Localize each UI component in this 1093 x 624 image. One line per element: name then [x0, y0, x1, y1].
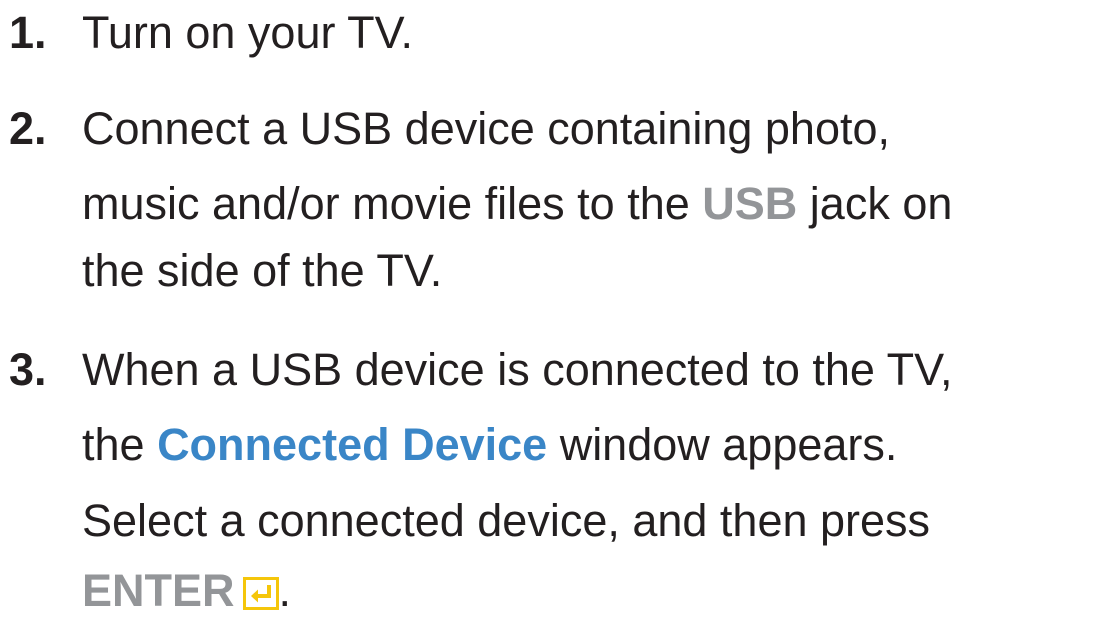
step-number: 3. [9, 344, 47, 395]
enter-key-label: ENTER [82, 565, 235, 616]
text-segment: jack on [797, 178, 953, 229]
step-text-line-1: Connect a USB device containing photo, [82, 103, 891, 154]
usb-jack-label: USB [702, 178, 798, 229]
step-number: 1. [9, 7, 47, 58]
step-number: 2. [9, 103, 47, 154]
text-segment: music and/or movie files to the [82, 178, 703, 229]
enter-key-icon [242, 577, 279, 610]
step-text-line-4: ENTER . [82, 557, 291, 624]
text-segment: window appears. [547, 419, 898, 470]
step-text-line-2: music and/or movie files to the USB jack… [82, 170, 952, 237]
step-text-line-1: When a USB device is connected to the TV… [82, 344, 953, 395]
step-text-line-3: the side of the TV. [82, 245, 443, 296]
text-segment: . [278, 565, 292, 616]
connected-device-label: Connected Device [157, 419, 548, 470]
step-text-line-3: Select a connected device, and then pres… [82, 495, 931, 546]
step-text: Turn on your TV. [82, 7, 414, 58]
text-segment: the [82, 419, 158, 470]
step-text-line-2: the Connected Device window appears. [82, 411, 897, 478]
